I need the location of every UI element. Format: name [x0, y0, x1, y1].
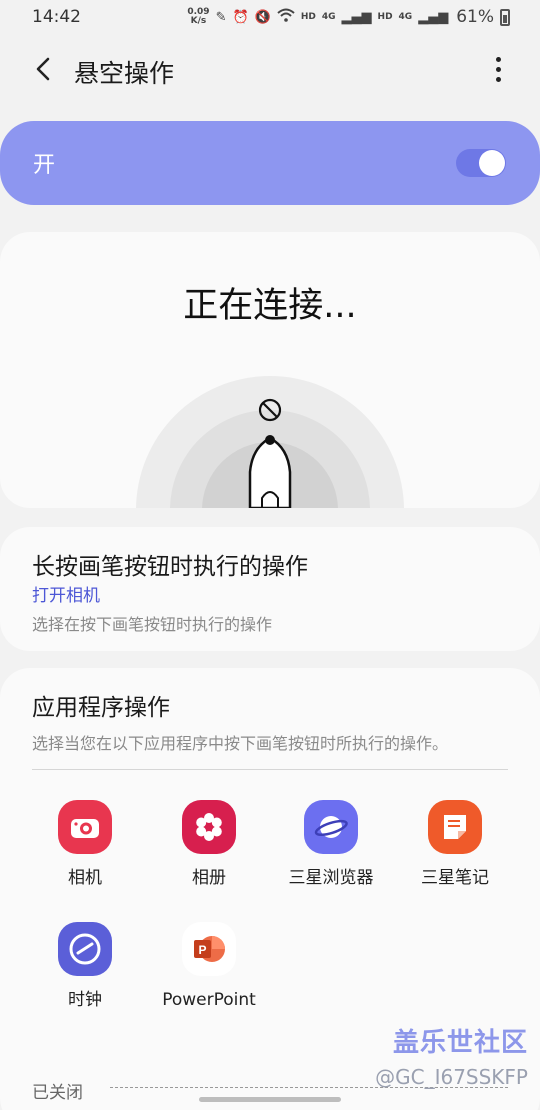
- more-dot-icon: [495, 56, 501, 62]
- app-label: 三星浏览器: [288, 868, 374, 888]
- app-actions-title: 应用程序操作: [32, 695, 170, 721]
- app-item-clock[interactable]: 时钟: [23, 922, 147, 1011]
- battery-percent: 61%: [456, 7, 494, 27]
- network-speed: 0.09 K/s: [187, 7, 210, 26]
- press-action-value: 打开相机: [32, 586, 100, 606]
- signal-icon: ▂▄▆: [341, 9, 372, 25]
- divider: [32, 769, 508, 770]
- signal-icon-2: ▂▄▆: [418, 9, 449, 25]
- toggle-knob: [479, 150, 505, 176]
- pen-icon: ✎: [215, 9, 227, 25]
- closed-section-label: 已关闭: [32, 1083, 83, 1103]
- app-label: 三星笔记: [421, 868, 489, 888]
- press-action-title: 长按画笔按钮时执行的操作: [32, 554, 308, 580]
- press-action-description: 选择在按下画笔按钮时执行的操作: [32, 615, 273, 634]
- powerpoint-icon: P: [182, 922, 236, 976]
- sim1-4g: 4G: [321, 11, 336, 22]
- gallery-icon: [182, 800, 236, 854]
- sim2-hd: HD: [377, 11, 393, 22]
- app-actions-description: 选择当您在以下应用程序中按下画笔按钮时所执行的操作。: [32, 734, 449, 753]
- battery-icon: [500, 8, 510, 26]
- status-time: 14:42: [32, 7, 81, 27]
- wifi-icon: [277, 8, 295, 26]
- back-arrow-icon: [36, 57, 50, 81]
- app-item-powerpoint[interactable]: P PowerPoint: [147, 922, 271, 1011]
- connection-status-title: 正在连接...: [183, 286, 357, 326]
- master-switch-label: 开: [33, 153, 56, 178]
- app-item-gallery[interactable]: 相册: [147, 800, 271, 889]
- app-label: PowerPoint: [162, 990, 256, 1010]
- app-label: 时钟: [68, 990, 102, 1010]
- app-item-samsung-notes[interactable]: 三星笔记: [393, 800, 517, 889]
- back-button[interactable]: [28, 54, 58, 84]
- svg-text:P: P: [198, 943, 206, 957]
- mute-icon: 🔇: [254, 9, 271, 25]
- app-item-samsung-internet[interactable]: 三星浏览器: [269, 800, 393, 889]
- sim1-hd: HD: [300, 11, 316, 22]
- watermark-user: @GC_I67SSKFP: [375, 1065, 528, 1089]
- spen-illustration: [136, 376, 404, 508]
- sim2-4g: 4G: [398, 11, 413, 22]
- alarm-icon: ⏰: [232, 9, 249, 25]
- gesture-nav-handle[interactable]: [199, 1097, 341, 1102]
- page-title: 悬空操作: [74, 59, 175, 88]
- status-icons: 0.09 K/s ✎ ⏰ 🔇 HD 4G ▂▄▆ HD 4G ▂▄▆ 61%: [187, 7, 510, 27]
- more-dot-icon: [495, 76, 501, 82]
- app-label: 相册: [192, 868, 226, 888]
- app-label: 相机: [68, 868, 102, 888]
- app-bar: 悬空操作: [0, 44, 540, 96]
- camera-icon: [58, 800, 112, 854]
- clock-icon: [58, 922, 112, 976]
- master-switch-bar[interactable]: 开: [0, 121, 540, 205]
- browser-icon: [304, 800, 358, 854]
- more-dot-icon: [495, 66, 501, 72]
- more-options-button[interactable]: [486, 54, 510, 84]
- status-bar: 14:42 0.09 K/s ✎ ⏰ 🔇 HD 4G ▂▄▆ HD 4G ▂▄▆…: [0, 0, 540, 34]
- watermark-brand: 盖乐世社区: [392, 1028, 528, 1058]
- app-item-camera[interactable]: 相机: [23, 800, 147, 889]
- master-toggle[interactable]: [456, 149, 506, 177]
- press-action-setting[interactable]: 长按画笔按钮时执行的操作 打开相机 选择在按下画笔按钮时执行的操作: [0, 527, 540, 651]
- watermark: 盖乐世社区 @GC_I67SSKFP: [375, 1022, 528, 1089]
- notes-icon: [428, 800, 482, 854]
